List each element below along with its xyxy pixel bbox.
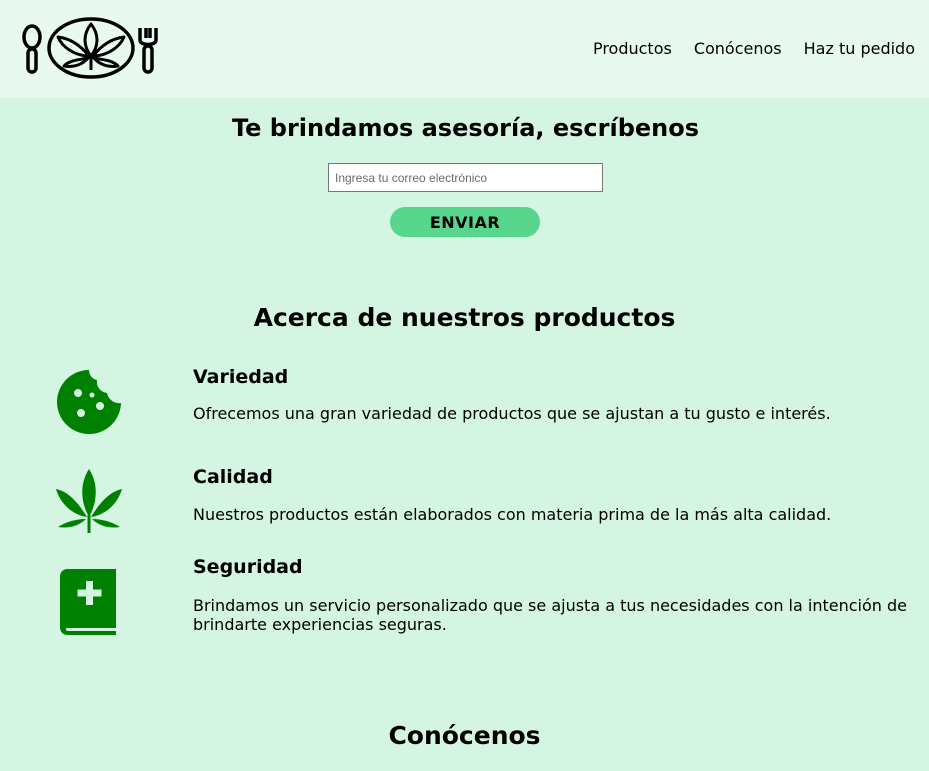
site-header: Productos Conócenos Haz tu pedido xyxy=(0,0,929,98)
feature-text-calidad: Nuestros productos están elaborados con … xyxy=(193,505,832,524)
nav-link-productos[interactable]: Productos xyxy=(593,39,672,58)
feature-text-variedad: Ofrecemos una gran variedad de productos… xyxy=(193,404,831,423)
feature-title-variedad: Variedad xyxy=(193,366,289,388)
main-nav: Productos Conócenos Haz tu pedido xyxy=(593,39,915,58)
cannabis-leaf-icon xyxy=(56,469,122,533)
meet-section-title: Conócenos xyxy=(388,721,541,750)
cannabis-kitchen-logo[interactable] xyxy=(20,16,158,80)
feature-title-seguridad: Seguridad xyxy=(193,556,303,578)
email-input[interactable] xyxy=(328,163,603,192)
medical-book-icon xyxy=(60,569,116,635)
advice-title: Te brindamos asesoría, escríbenos xyxy=(0,114,929,142)
feature-text-seguridad: Brindamos un servicio personalizado que … xyxy=(193,596,907,634)
cookie-icon xyxy=(57,370,121,434)
about-section-title: Acerca de nuestros productos xyxy=(253,303,676,332)
advice-title-text: Te brindamos asesoría, escríbenos xyxy=(231,114,700,142)
feature-title-calidad: Calidad xyxy=(193,466,273,488)
nav-link-haz-tu-pedido[interactable]: Haz tu pedido xyxy=(804,39,915,58)
nav-link-conocenos[interactable]: Conócenos xyxy=(694,39,782,58)
send-button[interactable]: ENVIAR xyxy=(390,207,540,237)
